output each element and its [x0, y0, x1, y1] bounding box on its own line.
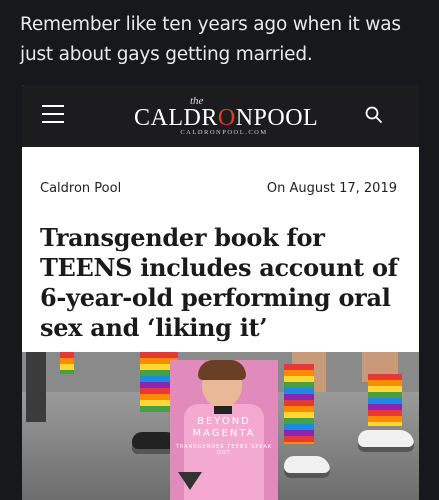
- triangle-logo-icon: [178, 472, 202, 490]
- article-headline[interactable]: Transgender book for TEENS includes acco…: [40, 223, 410, 343]
- book-subtitle: TRANSGENDER TEENS SPEAK OUT: [170, 444, 278, 456]
- tweet-caption: Remember like ten years ago when it was …: [20, 10, 425, 70]
- article-screenshot: the CALDRONPOOL CALDRONPOOL.COM Caldron …: [22, 85, 419, 500]
- book-title: BEYONDMAGENTA: [170, 416, 278, 440]
- site-header: the CALDRONPOOL CALDRONPOOL.COM: [22, 85, 419, 147]
- shoe: [284, 456, 330, 478]
- article-source[interactable]: Caldron Pool: [40, 181, 121, 196]
- crowd-leg: [26, 352, 46, 422]
- site-logo[interactable]: the CALDRONPOOL CALDRONPOOL.COM: [134, 95, 314, 139]
- article-card: Caldron Pool On August 17, 2019 Transgen…: [22, 147, 419, 500]
- shoe: [358, 430, 414, 452]
- rainbow-sock: [60, 352, 74, 374]
- logo-url: CALDRONPOOL.COM: [134, 129, 314, 136]
- article-image: BEYONDMAGENTA TRANSGENDER TEENS SPEAK OU…: [22, 352, 419, 500]
- logo-wordmark: CALDRONPOOL: [134, 105, 314, 132]
- hamburger-menu-icon[interactable]: [42, 105, 64, 123]
- search-icon[interactable]: [365, 106, 383, 124]
- book-cover: BEYONDMAGENTA TRANSGENDER TEENS SPEAK OU…: [170, 360, 278, 500]
- article-date: On August 17, 2019: [267, 181, 397, 196]
- rainbow-sock: [368, 374, 402, 426]
- rainbow-sock: [284, 364, 314, 444]
